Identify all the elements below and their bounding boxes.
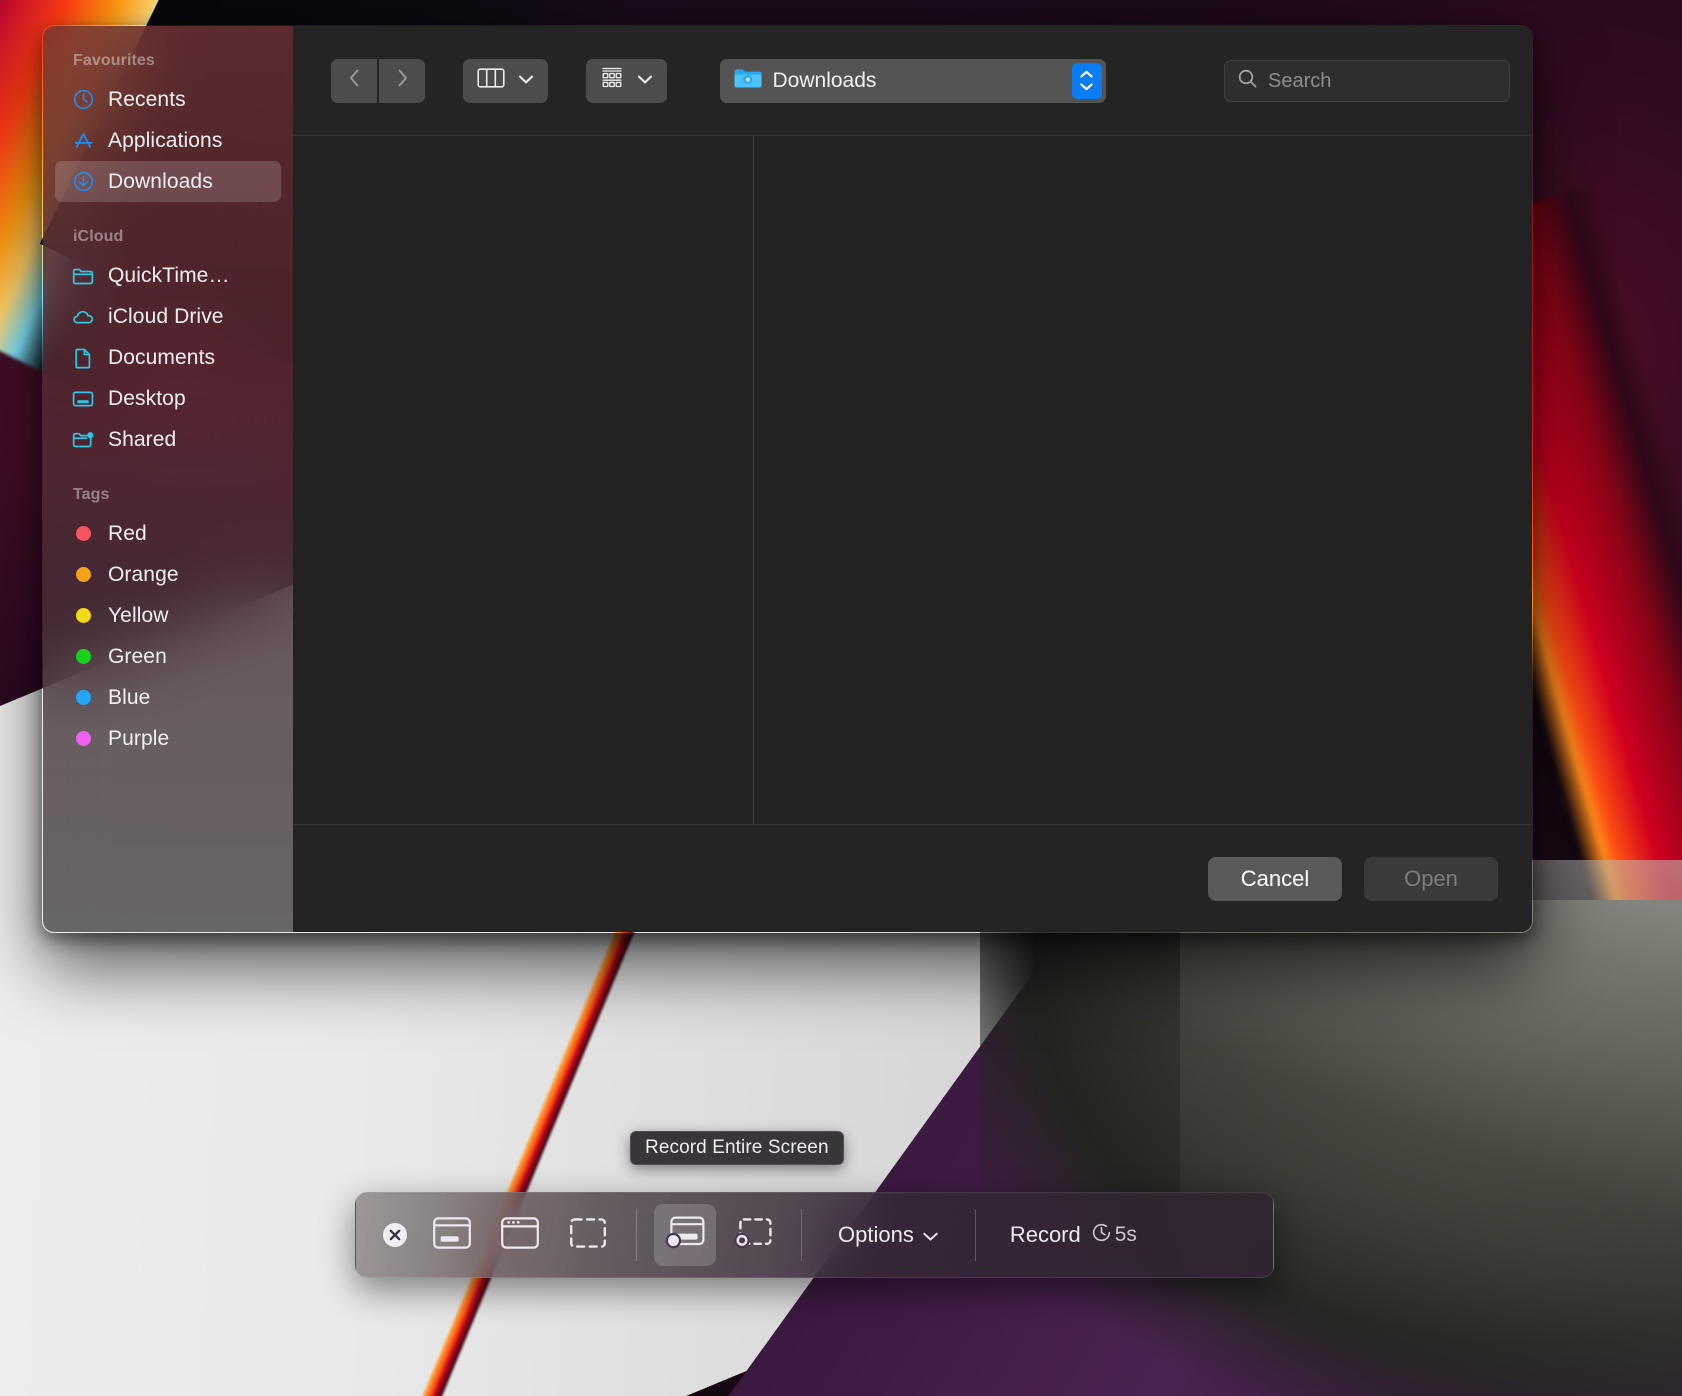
record-timer: 5s [1091,1222,1137,1249]
sidebar-item-applications[interactable]: Applications [55,120,281,161]
toolbar-divider [636,1209,637,1261]
shared-folder-icon [71,428,95,452]
capture-entire-screen-button[interactable] [421,1204,483,1266]
tag-dot-icon [71,686,95,710]
tooltip: Record Entire Screen [630,1131,844,1165]
toolbar-divider [801,1209,802,1261]
finder-open-dialog: Favourites Recents Applications [42,25,1533,933]
column-view-icon [477,67,505,94]
nav-button-group [331,59,425,103]
tag-dot-icon [71,727,95,751]
column-browser [293,136,1532,824]
sidebar-item-tag-red[interactable]: Red [55,513,281,554]
forward-button[interactable] [379,59,425,103]
close-circle-icon[interactable] [372,1220,418,1250]
sidebar-item-tag-green[interactable]: Green [55,636,281,677]
capture-selection-icon [568,1216,608,1255]
record-screen-icon [664,1215,706,1256]
sidebar-item-label: iCloud Drive [108,306,224,327]
dialog-toolbar: Downloads Search [293,26,1532,136]
sidebar-item-tag-blue[interactable]: Blue [55,677,281,718]
record-selection-button[interactable] [722,1204,784,1266]
sidebar-item-shared[interactable]: Shared [55,419,281,460]
sidebar-item-icloud-drive[interactable]: iCloud Drive [55,296,281,337]
view-mode-button[interactable] [463,59,548,103]
tag-dot-icon [71,604,95,628]
app-store-icon [71,129,95,153]
record-selection-icon [732,1215,774,1256]
tag-dot-icon [71,645,95,669]
sidebar-item-label: Yellow [108,605,169,626]
timer-label: 5s [1115,1223,1137,1247]
sidebar-item-tag-purple[interactable]: Purple [55,718,281,759]
record-label: Record [1010,1222,1081,1248]
tag-dot-icon [71,563,95,587]
search-icon [1237,68,1258,94]
cloud-icon [71,305,95,329]
sidebar-section-header-icloud: iCloud [43,228,293,255]
sidebar-item-label: Purple [108,728,169,749]
dialog-main: Downloads Search [293,26,1532,932]
sidebar-item-label: Documents [108,347,215,368]
downloads-folder-icon [733,66,762,96]
sidebar-item-tag-yellow[interactable]: Yellow [55,595,281,636]
chevron-left-icon [346,66,363,95]
chevron-down-icon [518,72,534,90]
sidebar-item-label: Red [108,523,147,544]
sidebar-item-label: Shared [108,429,176,450]
download-icon [71,170,95,194]
document-icon [71,346,95,370]
chevron-right-icon [394,66,411,95]
sidebar-item-label: Green [108,646,167,667]
wallpaper-olive-sheen [1180,860,1682,1396]
browser-column-1[interactable] [293,136,754,824]
browser-column-2[interactable] [754,136,1532,824]
sidebar-item-downloads[interactable]: Downloads [55,161,281,202]
capture-selection-button[interactable] [557,1204,619,1266]
up-down-stepper-icon[interactable] [1072,63,1102,99]
options-button[interactable]: Options [816,1204,961,1266]
sidebar-item-desktop[interactable]: Desktop [55,378,281,419]
sidebar-item-label: Recents [108,89,186,110]
toolbar-divider [975,1209,976,1261]
path-label: Downloads [773,70,1061,91]
sidebar-item-label: Applications [108,130,222,151]
capture-window-button[interactable] [489,1204,551,1266]
group-by-button[interactable] [586,59,667,103]
options-label: Options [838,1222,914,1248]
sidebar-item-label: QuickTime… [108,265,230,286]
dialog-footer: Cancel Open [293,824,1532,932]
sidebar-item-label: Desktop [108,388,186,409]
search-input[interactable]: Search [1268,71,1331,91]
sidebar-item-tag-orange[interactable]: Orange [55,554,281,595]
sidebar-section-header-tags: Tags [43,486,293,513]
timer-icon [1091,1222,1112,1249]
record-button[interactable]: Record 5s [990,1204,1157,1266]
record-entire-screen-button[interactable] [654,1204,716,1266]
tag-dot-icon [71,522,95,546]
capture-window-icon [500,1216,540,1255]
sidebar-item-recents[interactable]: Recents [55,79,281,120]
clock-icon [71,88,95,112]
sidebar-item-label: Downloads [108,171,213,192]
group-by-icon [600,66,624,95]
sidebar-section-header-favourites: Favourites [43,52,293,79]
sidebar-item-quicktime[interactable]: QuickTime… [55,255,281,296]
chevron-down-icon [922,1222,939,1248]
chevron-down-icon [637,72,653,90]
open-button[interactable]: Open [1364,857,1498,901]
path-popup-button[interactable]: Downloads [720,59,1106,103]
back-button[interactable] [331,59,377,103]
sidebar-item-label: Blue [108,687,150,708]
capture-screen-icon [432,1216,472,1255]
folder-icon [71,264,95,288]
sidebar-item-label: Orange [108,564,179,585]
screenshot-toolbar: Options Record 5s [355,1192,1274,1278]
cancel-button[interactable]: Cancel [1208,857,1342,901]
desktop-icon [71,387,95,411]
search-field[interactable]: Search [1224,60,1510,102]
sidebar: Favourites Recents Applications [43,26,293,932]
sidebar-item-documents[interactable]: Documents [55,337,281,378]
